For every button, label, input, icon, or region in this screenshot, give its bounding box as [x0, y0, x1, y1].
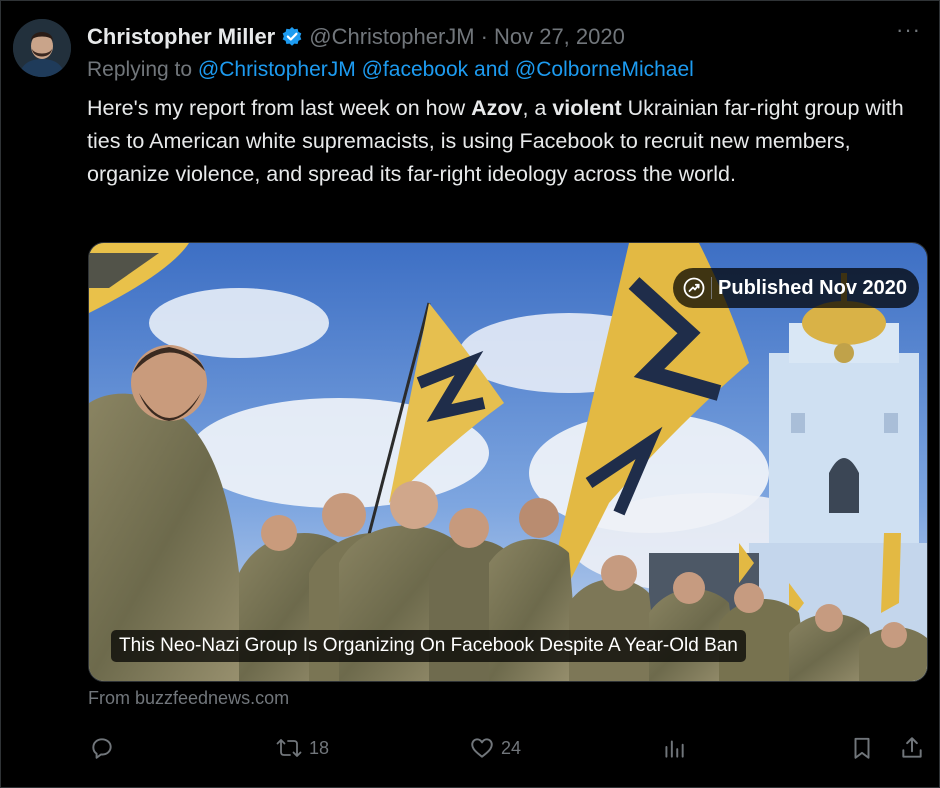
avatar[interactable]	[13, 19, 71, 77]
published-badge: Published Nov 2020	[673, 268, 919, 308]
share-icon	[902, 737, 922, 758]
tweet-text-part: , a	[522, 96, 553, 120]
reply-mention-christopherjm[interactable]: @ChristopherJM	[198, 58, 356, 81]
author-handle[interactable]: @ChristopherJM	[309, 24, 474, 50]
replying-to-label: Replying to	[87, 58, 193, 81]
tweet-actions-bar: 18 24	[87, 735, 927, 767]
separator-dot: ·	[480, 24, 488, 49]
verified-badge-icon	[281, 26, 303, 48]
replying-to-line: Replying to @ChristopherJM @facebook and…	[87, 58, 694, 82]
bar-chart-icon	[665, 740, 684, 758]
like-count: 24	[501, 737, 522, 758]
article-photo	[89, 243, 927, 681]
tweet-text-bold-violent: violent	[552, 96, 622, 120]
author-name[interactable]: Christopher Miller	[87, 24, 275, 50]
article-title-caption[interactable]: This Neo-Nazi Group Is Organizing On Fac…	[111, 630, 746, 662]
tweet-text: Here's my report from last week on how A…	[87, 92, 917, 191]
trending-arrow-icon	[683, 277, 705, 299]
badge-divider	[711, 277, 713, 299]
reply-bubble-icon	[92, 738, 112, 759]
tweet-text-part: Here's my report from last week on how	[87, 96, 472, 120]
tweet-text-bold-azov: Azov	[471, 96, 523, 120]
bookmark-button[interactable]	[849, 735, 875, 761]
reply-mention-colbornemichael[interactable]: @ColborneMichael	[515, 58, 694, 81]
retweet-button[interactable]: 18	[275, 735, 329, 761]
tweet-container: Christopher Miller @ChristopherJM · Nov …	[0, 0, 940, 788]
tweet-date[interactable]: Nov 27, 2020	[494, 24, 625, 50]
retweet-count: 18	[309, 737, 330, 758]
link-preview-card[interactable]: Published Nov 2020 This Neo-Nazi Group I…	[88, 242, 928, 682]
reply-and-label: and	[474, 58, 510, 81]
more-options-icon[interactable]: ···	[896, 17, 921, 43]
retweet-icon	[276, 739, 302, 757]
like-button[interactable]: 24	[469, 735, 521, 761]
tweet-header: Christopher Miller @ChristopherJM · Nov …	[87, 21, 919, 53]
reply-mention-facebook[interactable]: @facebook	[362, 58, 469, 81]
reply-button[interactable]	[89, 735, 115, 761]
bookmark-icon	[854, 737, 870, 759]
avatar-image	[13, 19, 71, 77]
views-button[interactable]	[661, 735, 687, 761]
published-badge-text: Published Nov 2020	[718, 276, 907, 299]
link-source[interactable]: From buzzfeednews.com	[88, 688, 289, 709]
heart-icon	[471, 738, 493, 758]
share-button[interactable]	[899, 735, 925, 761]
